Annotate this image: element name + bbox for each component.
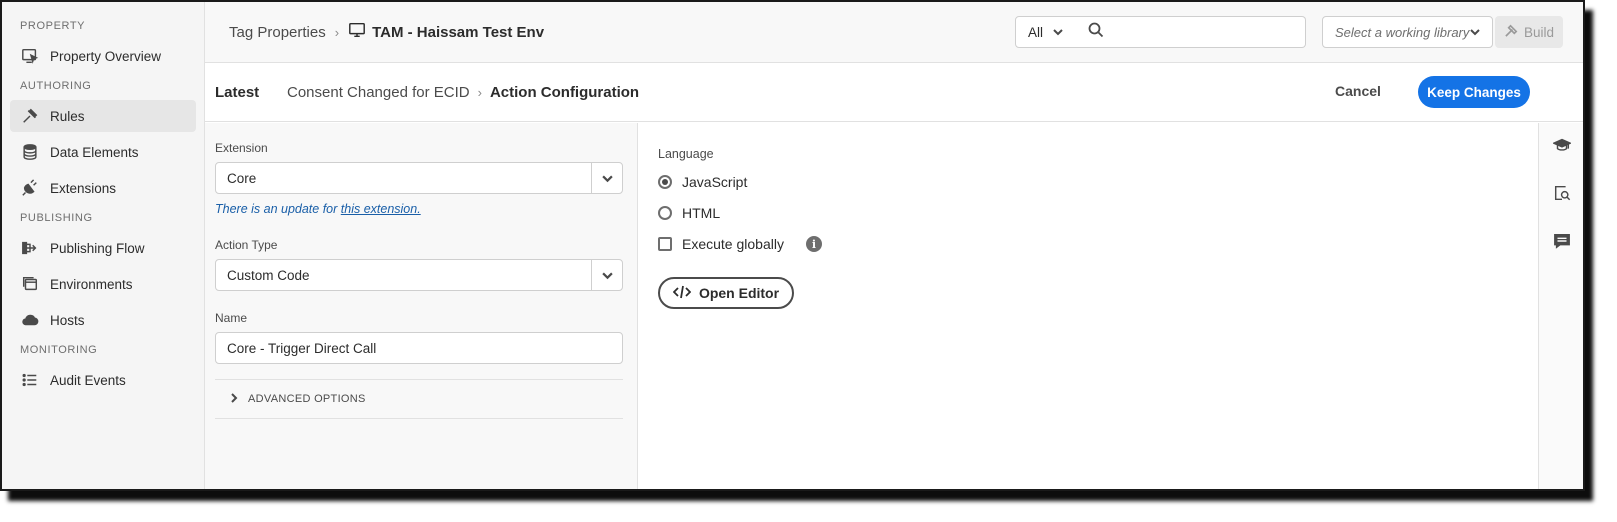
advanced-options-label: ADVANCED OPTIONS [248,393,366,405]
revision-latest: Latest [215,84,260,101]
sidebar-item-extensions[interactable]: Extensions [10,172,196,204]
sidebar-item-property-overview[interactable]: Property Overview [10,40,196,72]
monitor-icon [348,21,366,43]
search-icon [1088,22,1104,43]
chevron-down-icon[interactable] [591,163,622,193]
build-button[interactable]: Build [1495,16,1563,48]
chevron-down-icon[interactable] [591,260,622,290]
chevron-down-icon [1043,25,1063,40]
sidebar-section-property: PROPERTY [20,20,86,32]
action-type-label: Action Type [215,238,278,252]
audit-events-icon [20,370,40,390]
code-icon [672,285,699,302]
radio-unselected[interactable] [658,206,672,220]
advanced-options-toggle[interactable]: ADVANCED OPTIONS [215,379,623,419]
preview-button[interactable] [1539,171,1583,219]
action-configuration-panel: Language JavaScript HTML Execute globall… [639,123,1538,489]
radio-label: JavaScript [682,174,748,190]
sidebar-item-hosts[interactable]: Hosts [10,304,196,336]
extension-value: Core [227,170,257,186]
language-option-html[interactable]: HTML [658,202,1538,224]
document-search-icon [1553,184,1571,207]
rules-icon [20,106,40,126]
sidebar-item-label: Rules [50,108,85,124]
sidebar-item-label: Hosts [50,312,85,328]
update-note-text: There is an update for [215,202,341,216]
working-library-placeholder: Select a working library [1335,24,1470,40]
breadcrumb-rule-name[interactable]: Consent Changed for ECID [287,84,470,101]
checkbox-box[interactable] [658,237,672,251]
sidebar-item-label: Publishing Flow [50,240,145,256]
breadcrumb-chevron-icon: › [477,85,482,100]
action-breadcrumb: Consent Changed for ECID › Action Config… [287,84,639,101]
action-type-select[interactable]: Custom Code [215,259,623,291]
execute-globally-checkbox[interactable]: Execute globally i [658,233,1538,255]
sidebar-item-rules[interactable]: Rules [10,100,196,132]
sidebar-section-publishing: PUBLISHING [20,212,93,224]
property-overview-icon [20,46,40,66]
radio-label: HTML [682,205,721,221]
learn-button[interactable] [1539,123,1583,171]
breadcrumb: Tag Properties › TAM - Haissam Test Env [229,21,544,43]
sidebar-item-audit-events[interactable]: Audit Events [10,364,196,396]
sidebar-section-monitoring: MONITORING [20,344,98,356]
data-elements-icon [20,142,40,162]
name-field[interactable]: Core - Trigger Direct Call [215,332,623,364]
build-label: Build [1523,24,1555,40]
execute-globally-label: Execute globally [682,236,784,252]
extension-select[interactable]: Core [215,162,623,194]
extension-update-note: There is an update for this extension. [215,202,622,216]
radio-selected[interactable] [658,175,672,189]
property-name: TAM - Haissam Test Env [372,23,545,41]
sidebar-item-label: Data Elements [50,144,139,160]
extension-label: Extension [215,141,268,155]
search-box [1076,16,1306,48]
environments-icon [20,274,40,294]
search-filter-value: All [1028,24,1044,40]
right-rail [1538,123,1583,489]
action-form-panel: Extension Core There is an update for th… [205,123,638,489]
info-icon[interactable]: i [805,236,822,252]
action-type-value: Custom Code [227,267,310,283]
language-label: Language [658,147,714,161]
sidebar-item-environments[interactable]: Environments [10,268,196,300]
app-window: PROPERTY Property Overview AUTHORING Rul… [0,0,1585,491]
chevron-down-icon [1470,25,1480,40]
sidebar: PROPERTY Property Overview AUTHORING Rul… [2,2,205,489]
name-label: Name [215,311,248,325]
open-editor-label: Open Editor [698,285,780,301]
hammer-icon [1504,23,1524,41]
sidebar-item-label: Environments [50,276,133,292]
cancel-button[interactable]: Cancel [1335,83,1381,99]
sidebar-item-label: Property Overview [50,48,162,64]
sidebar-item-label: Audit Events [50,372,126,388]
sidebar-item-data-elements[interactable]: Data Elements [10,136,196,168]
top-bar: Tag Properties › TAM - Haissam Test Env … [205,2,1583,63]
comments-button[interactable] [1539,219,1583,267]
breadcrumb-chevron-icon: › [334,24,340,40]
open-editor-button[interactable]: Open Editor [658,277,794,309]
keep-changes-button[interactable]: Keep Changes [1418,76,1530,108]
graduation-cap-icon [1551,136,1572,159]
search-input[interactable] [1114,24,1305,40]
comment-icon [1553,232,1571,255]
update-extension-link[interactable]: this extension. [341,202,421,216]
breadcrumb-tag-properties[interactable]: Tag Properties [229,24,326,41]
language-option-javascript[interactable]: JavaScript [658,171,1538,193]
page-title: Action Configuration [489,84,640,101]
sidebar-section-authoring: AUTHORING [20,80,92,92]
sidebar-item-publishing-flow[interactable]: Publishing Flow [10,232,196,264]
search-filter-dropdown[interactable]: All [1015,16,1077,48]
hosts-icon [20,310,40,330]
chevron-right-icon [229,392,248,406]
action-header: Latest Consent Changed for ECID › Action… [205,63,1583,122]
sidebar-item-label: Extensions [50,180,117,196]
extensions-icon [20,178,40,198]
working-library-select[interactable]: Select a working library [1322,16,1493,48]
publishing-flow-icon [20,238,40,258]
